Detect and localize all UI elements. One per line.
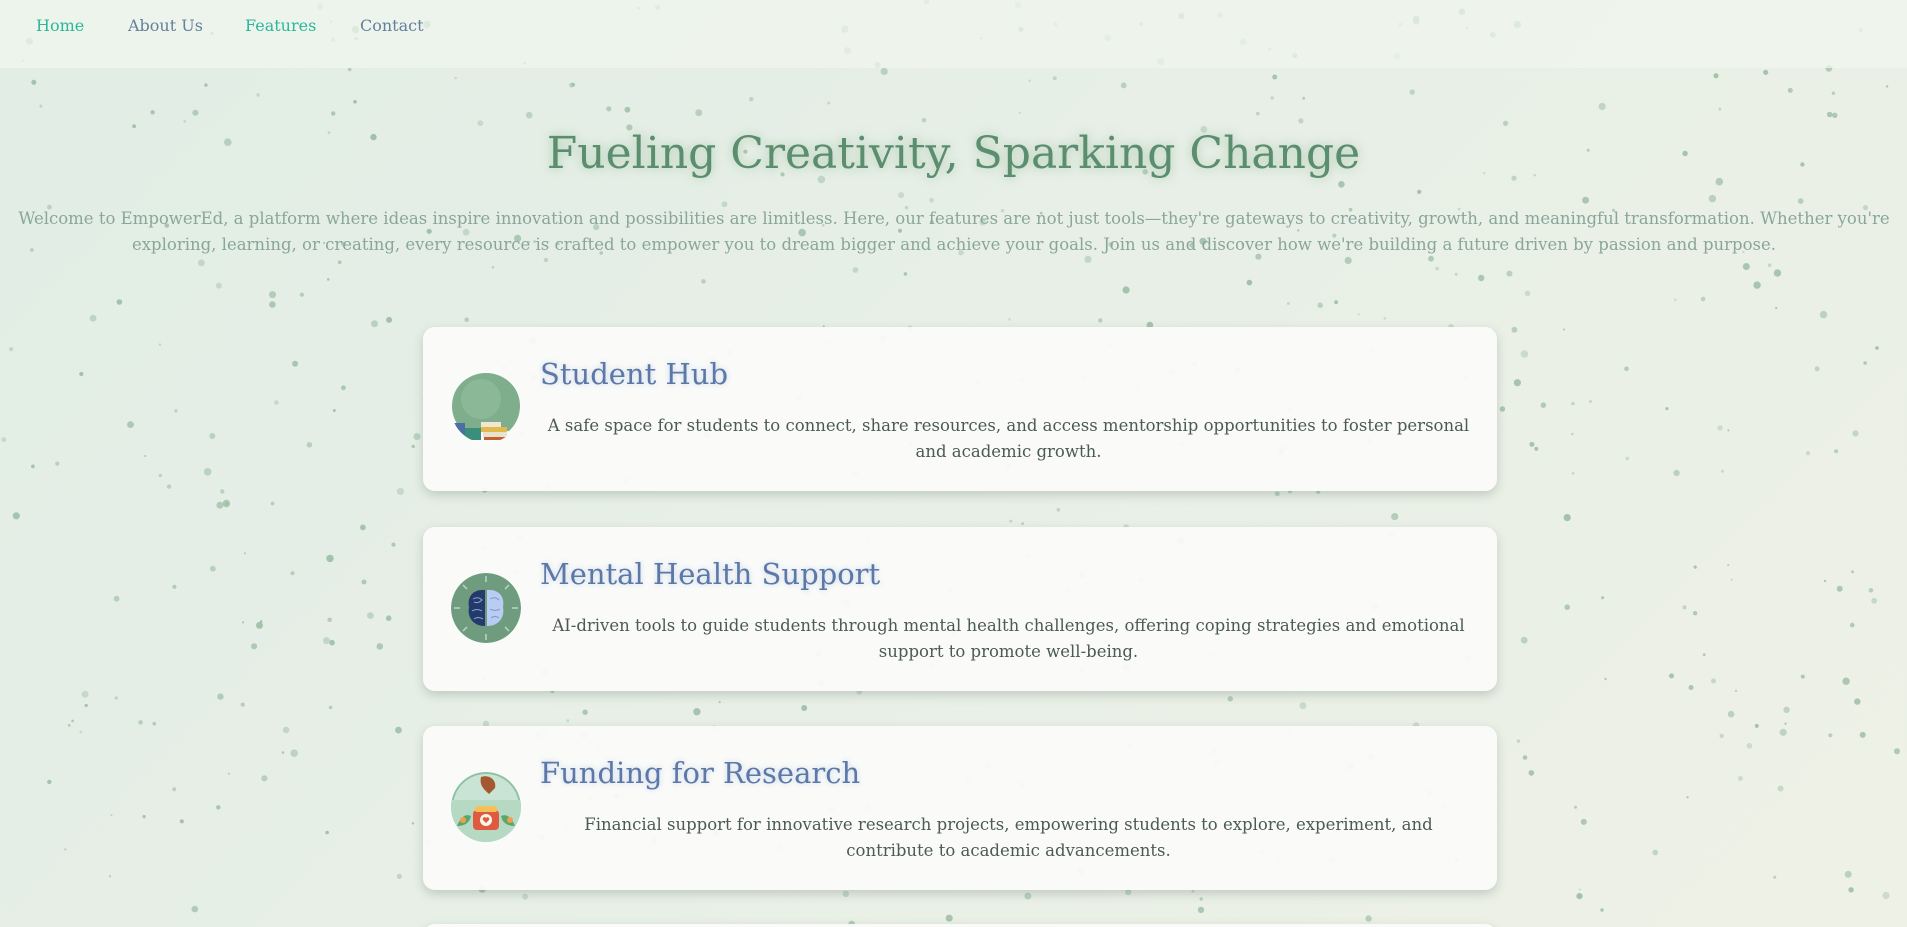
top-navbar: Home About Us Features Contact	[0, 0, 1907, 68]
hero-description: Welcome to EmpowerEd, a platform where i…	[18, 209, 1890, 254]
books-icon	[451, 373, 521, 443]
card-title: Mental Health Support	[540, 557, 881, 591]
nav-link-home[interactable]: Home	[36, 16, 84, 35]
card-title: Student Hub	[540, 357, 729, 391]
nav-link-features[interactable]: Features	[245, 16, 316, 35]
card-description: A safe space for students to connect, sh…	[547, 416, 1470, 461]
feature-card-mental-health-support[interactable]: Mental Health Support AI-driven tools to…	[423, 527, 1497, 691]
feature-card-funding-for-research[interactable]: Funding for Research Financial support f…	[423, 726, 1497, 890]
card-description: AI-driven tools to guide students throug…	[552, 616, 1465, 661]
feature-card-student-hub[interactable]: Student Hub A safe space for students to…	[423, 327, 1497, 491]
card-title: Funding for Research	[540, 756, 861, 790]
nav-link-contact[interactable]: Contact	[360, 16, 424, 35]
hero-title: Fueling Creativity, Sparking Change	[546, 128, 1361, 179]
nav-link-about-us[interactable]: About Us	[128, 16, 203, 35]
brain-icon	[451, 573, 521, 643]
card-description: Financial support for innovative researc…	[584, 815, 1433, 860]
funding-icon	[451, 772, 521, 842]
